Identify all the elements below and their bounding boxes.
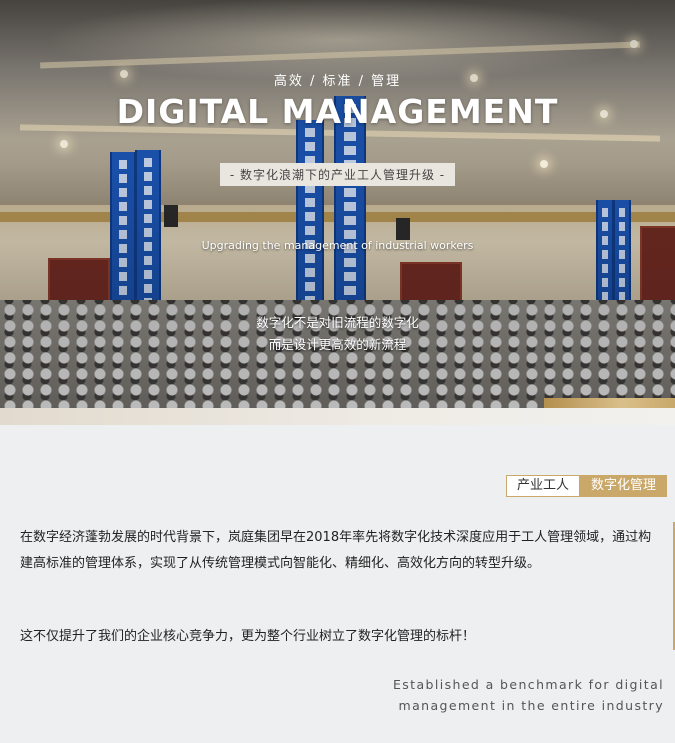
body-paragraph-2: 这不仅提升了我们的企业核心竞争力，更为整个行业树立了数字化管理的标杆！ [20, 629, 476, 644]
hero-plate: - 数字化浪潮下的产业工人管理升级 - [219, 163, 456, 186]
footer-english-line-1: Established a benchmark for digital [392, 677, 664, 692]
hero-subtitle: 高效 / 标准 / 管理 [273, 74, 402, 89]
tag-group: 产业工人 数字化管理 [505, 475, 667, 497]
tag-digital-management: 数字化管理 [579, 475, 667, 497]
hero-line-1: 数字化不是对旧流程的数字化 [256, 315, 419, 330]
hero-photo: 高效 / 标准 / 管理 DIGITAL MANAGEMENT - 数字化浪潮下… [0, 0, 675, 408]
section-divider [0, 408, 675, 425]
body-paragraph-1: 在数字经济蓬勃发展的时代背景下，岚庭集团早在2018年率先将数字化技术深度应用于… [20, 530, 652, 571]
hero-title: DIGITAL MANAGEMENT [116, 92, 559, 131]
hero-plate-wrap: - 数字化浪潮下的产业工人管理升级 - [0, 163, 675, 186]
hero-english: Upgrading the management of industrial w… [201, 239, 474, 252]
footer-english-line-2: management in the entire industry [398, 698, 664, 713]
hero-line-2: 而是设计更高效的新流程 [268, 337, 407, 352]
page: 高效 / 标准 / 管理 DIGITAL MANAGEMENT - 数字化浪潮下… [0, 0, 675, 743]
tag-industrial-workers: 产业工人 [505, 475, 580, 497]
